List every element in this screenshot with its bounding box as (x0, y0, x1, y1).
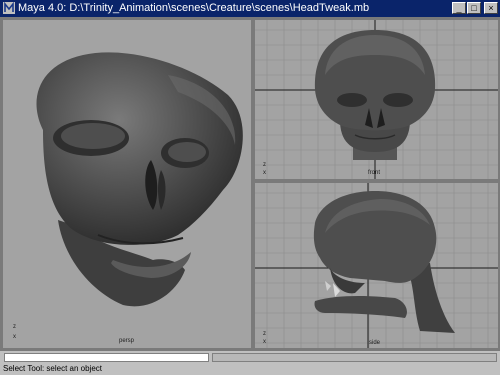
window-title: Maya 4.0: D:\Trinity_Animation\scenes\Cr… (18, 2, 370, 14)
help-line: Select Tool: select an object (3, 364, 103, 373)
side-head-mesh (313, 191, 455, 333)
front-scene (255, 20, 498, 179)
title-bar: Maya 4.0: D:\Trinity_Animation\scenes\Cr… (0, 0, 500, 17)
front-camera-label: front (368, 170, 381, 176)
status-bar: Select Tool: select an object (0, 351, 500, 375)
front-axis-z-label: z (263, 162, 266, 168)
persp-axis-z-label: z (13, 324, 16, 330)
persp-scene (36, 52, 243, 307)
maximize-button[interactable]: □ (467, 2, 481, 14)
persp-axis-x-label: x (13, 334, 16, 340)
close-button[interactable]: × (484, 2, 498, 14)
front-head-mesh (314, 30, 436, 160)
persp-viewport[interactable]: x z persp (3, 20, 251, 348)
side-axis-z-label: z (263, 331, 266, 337)
side-scene (255, 183, 498, 348)
side-viewport[interactable]: x z side (255, 183, 498, 348)
command-line-input[interactable] (4, 353, 209, 362)
maya-app-icon[interactable] (3, 2, 15, 14)
persp-head-mesh (36, 52, 243, 307)
command-feedback-field (212, 353, 497, 362)
side-camera-label: side (369, 340, 381, 346)
persp-camera-label: persp (119, 338, 135, 344)
front-viewport[interactable]: x z front (255, 20, 498, 179)
minimize-button[interactable]: _ (452, 2, 466, 14)
viewport-area: x z persp x z front x z side (0, 17, 500, 351)
front-axis-x-label: x (263, 170, 266, 176)
side-axis-x-label: x (263, 339, 266, 345)
